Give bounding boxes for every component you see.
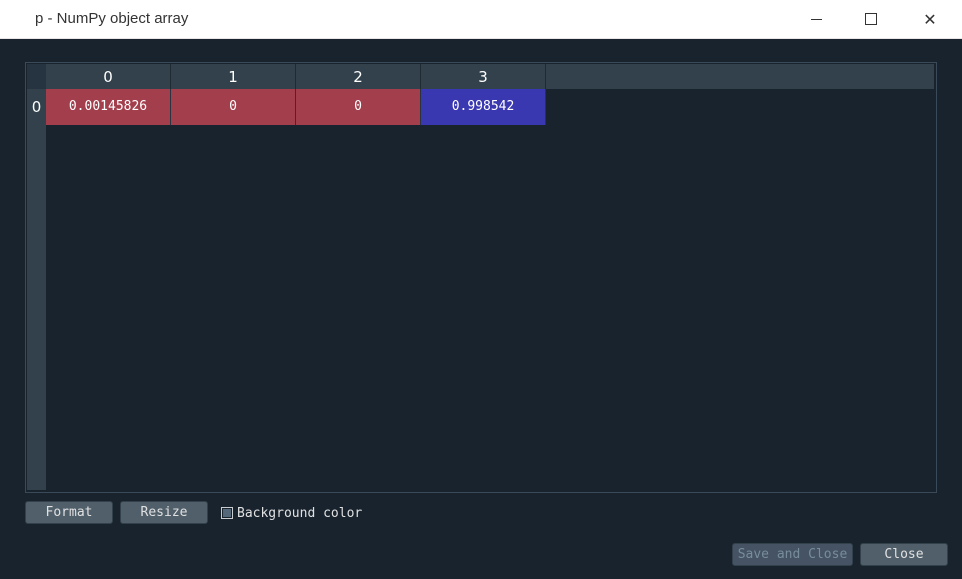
column-header-1[interactable]: 1 (171, 64, 296, 89)
background-color-label: Background color (237, 505, 363, 521)
column-header-0[interactable]: 0 (46, 64, 171, 89)
close-window-button[interactable]: ✕ (907, 0, 953, 38)
maximize-button[interactable] (848, 0, 894, 38)
table-corner[interactable] (27, 64, 46, 89)
array-table[interactable]: 0 1 2 3 0 0.00145826 0 0 0.998542 (25, 62, 937, 493)
title-bar: p - NumPy object array ✕ (0, 0, 962, 39)
row-header-0[interactable]: 0 (27, 89, 46, 125)
table-cell[interactable]: 0.00145826 (46, 89, 171, 125)
row-header-column (27, 89, 46, 490)
close-icon: ✕ (923, 9, 937, 29)
format-button[interactable]: Format (25, 501, 113, 524)
maximize-icon (865, 13, 877, 25)
column-header-3[interactable]: 3 (421, 64, 546, 89)
column-header-filler (546, 64, 934, 89)
minimize-icon (810, 18, 822, 20)
resize-button[interactable]: Resize (120, 501, 208, 524)
window-title: p - NumPy object array (35, 10, 189, 27)
background-color-toggle[interactable]: Background color (221, 505, 362, 521)
minimize-button[interactable] (793, 0, 839, 38)
table-cell[interactable]: 0 (296, 89, 421, 125)
save-and-close-button[interactable]: Save and Close (732, 543, 853, 566)
table-cell[interactable]: 0.998542 (421, 89, 546, 125)
checkbox-check-mark (223, 509, 231, 517)
table-cell[interactable]: 0 (171, 89, 296, 125)
close-button[interactable]: Close (860, 543, 948, 566)
column-header-2[interactable]: 2 (296, 64, 421, 89)
background-color-checkbox[interactable] (221, 507, 233, 519)
